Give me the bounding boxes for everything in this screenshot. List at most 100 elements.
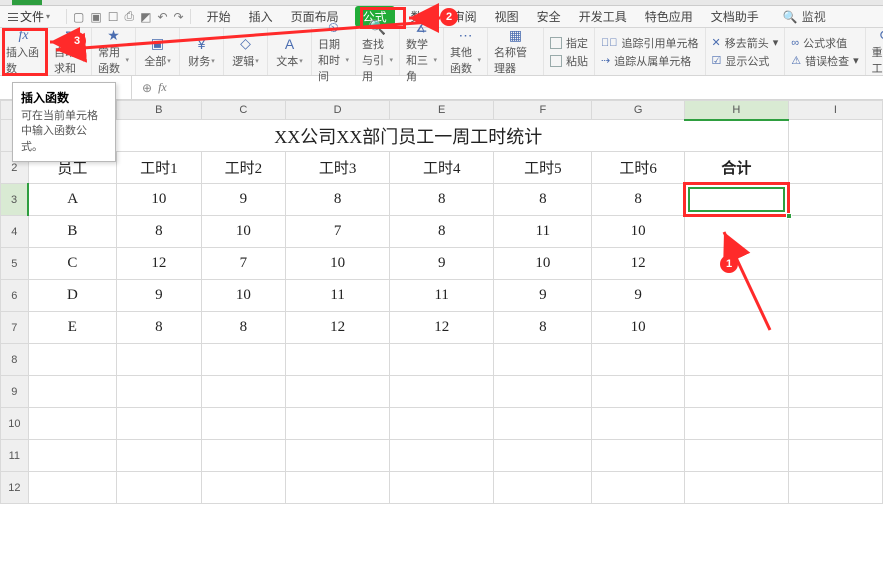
cell-r4-c4[interactable]: 7 xyxy=(286,216,390,248)
cell-r3-c3[interactable]: 9 xyxy=(201,184,286,216)
cell-r10-c7[interactable] xyxy=(592,408,684,440)
cell-r6-c2[interactable]: 9 xyxy=(117,280,202,312)
cell-r9-c3[interactable] xyxy=(201,376,286,408)
cell-r11-c7[interactable] xyxy=(592,440,684,472)
qa-redo-icon[interactable]: ↷ xyxy=(174,10,184,24)
menu-文档助手[interactable]: 文档助手 xyxy=(709,6,761,27)
cell-r11-c9[interactable] xyxy=(788,440,882,472)
cell-r11-c4[interactable] xyxy=(286,440,390,472)
qa-open-icon[interactable]: ▣ xyxy=(90,10,101,24)
watch-entry[interactable]: 🔍 监视 xyxy=(783,8,826,25)
col-header-D[interactable]: D xyxy=(286,101,390,120)
col-header-C[interactable]: C xyxy=(201,101,286,120)
cell-r10-c1[interactable] xyxy=(28,408,116,440)
qa-undo-icon[interactable]: ↶ xyxy=(157,10,167,24)
menu-开始[interactable]: 开始 xyxy=(205,6,233,27)
cell-r7-c2[interactable]: 8 xyxy=(117,312,202,344)
cell-r12-c4[interactable] xyxy=(286,472,390,504)
cell-I5[interactable] xyxy=(788,248,882,280)
cell-r5-c2[interactable]: 12 xyxy=(117,248,202,280)
cell-I7[interactable] xyxy=(788,312,882,344)
cell-r6-c4[interactable]: 11 xyxy=(286,280,390,312)
cell-r5-c4[interactable]: 10 xyxy=(286,248,390,280)
cell-r12-c1[interactable] xyxy=(28,472,116,504)
cell-r5-c1[interactable]: C xyxy=(28,248,116,280)
cell-r6-c5[interactable]: 11 xyxy=(390,280,494,312)
cell-r12-c6[interactable] xyxy=(494,472,592,504)
cell-r12-c7[interactable] xyxy=(592,472,684,504)
cell-r10-c2[interactable] xyxy=(117,408,202,440)
ribbon-group-日期和时间[interactable]: ⏲日期和时间▾ xyxy=(312,28,356,75)
trace-dependents-button[interactable]: ⇢追踪从属单元格 xyxy=(601,53,699,69)
qa-preview-icon[interactable]: ◩ xyxy=(140,10,151,24)
row-header-10[interactable]: 10 xyxy=(1,408,29,440)
cell-r8-c5[interactable] xyxy=(390,344,494,376)
row-header-4[interactable]: 4 xyxy=(1,216,29,248)
cell-r9-c4[interactable] xyxy=(286,376,390,408)
cell-r5-c7[interactable]: 12 xyxy=(592,248,684,280)
cell-H4[interactable] xyxy=(684,216,788,248)
qa-print-icon[interactable]: ⎙ xyxy=(124,9,134,24)
cell-H3[interactable] xyxy=(684,184,788,216)
cell-r8-c6[interactable] xyxy=(494,344,592,376)
cell-r6-c7[interactable]: 9 xyxy=(592,280,684,312)
cell-r8-c7[interactable] xyxy=(592,344,684,376)
cell-r7-c3[interactable]: 8 xyxy=(201,312,286,344)
cell-r11-c5[interactable] xyxy=(390,440,494,472)
row-header-12[interactable]: 12 xyxy=(1,472,29,504)
grid-table[interactable]: B C D E F G H I 1XX公司XX部门员工一周工时统计2员工工时1工… xyxy=(0,100,883,504)
cell-H6[interactable] xyxy=(684,280,788,312)
ribbon-group-自动求和[interactable]: Σ自动求和▾ xyxy=(48,28,92,75)
formula-input[interactable] xyxy=(177,76,883,99)
cell-I3[interactable] xyxy=(788,184,882,216)
error-check-button[interactable]: ⚠错误检查▾ xyxy=(791,53,858,69)
header-cell-工时6[interactable]: 工时6 xyxy=(592,152,684,184)
cell-r8-c2[interactable] xyxy=(117,344,202,376)
cell-r11-c6[interactable] xyxy=(494,440,592,472)
cell-r10-c6[interactable] xyxy=(494,408,592,440)
cell-r9-c1[interactable] xyxy=(28,376,116,408)
cell-r12-c2[interactable] xyxy=(117,472,202,504)
cell-r5-c3[interactable]: 7 xyxy=(201,248,286,280)
cell-r10-c9[interactable] xyxy=(788,408,882,440)
evaluate-formula-button[interactable]: ∞公式求值 xyxy=(791,35,858,51)
cell-I4[interactable] xyxy=(788,216,882,248)
insert-function-button[interactable]: fx 插入函数 xyxy=(0,28,48,75)
cell-r9-c9[interactable] xyxy=(788,376,882,408)
cell-r5-c6[interactable]: 10 xyxy=(494,248,592,280)
qa-save-icon[interactable]: ☐ xyxy=(108,10,119,24)
show-formula-button[interactable]: ☑显示公式 xyxy=(712,53,779,69)
cell-r6-c1[interactable]: D xyxy=(28,280,116,312)
cell-r5-c5[interactable]: 9 xyxy=(390,248,494,280)
cell-I2[interactable] xyxy=(788,152,882,184)
ribbon-group-财务[interactable]: ¥财务▾ xyxy=(180,28,224,75)
header-cell-工时3[interactable]: 工时3 xyxy=(286,152,390,184)
cell-r7-c5[interactable]: 12 xyxy=(390,312,494,344)
cell-r10-c5[interactable] xyxy=(390,408,494,440)
cell-r9-c7[interactable] xyxy=(592,376,684,408)
row-header-5[interactable]: 5 xyxy=(1,248,29,280)
cell-r11-c8[interactable] xyxy=(684,440,788,472)
menu-特色应用[interactable]: 特色应用 xyxy=(643,6,695,27)
fx-label[interactable]: fx xyxy=(158,80,167,95)
cell-r8-c8[interactable] xyxy=(684,344,788,376)
cell-r3-c4[interactable]: 8 xyxy=(286,184,390,216)
specify-button[interactable]: 指定 xyxy=(550,35,588,51)
cell-r3-c5[interactable]: 8 xyxy=(390,184,494,216)
ribbon-group-其他函数[interactable]: ⋯其他函数▾ xyxy=(444,28,488,75)
cell-H7[interactable] xyxy=(684,312,788,344)
row-header-9[interactable]: 9 xyxy=(1,376,29,408)
trace-precedents-button[interactable]: �ே追踪引用单元格 xyxy=(601,35,699,51)
cell-r8-c3[interactable] xyxy=(201,344,286,376)
paste-button[interactable]: 粘贴 xyxy=(550,53,588,69)
cell-I1[interactable] xyxy=(788,120,882,152)
row-header-11[interactable]: 11 xyxy=(1,440,29,472)
cell-r9-c5[interactable] xyxy=(390,376,494,408)
cell-r6-c6[interactable]: 9 xyxy=(494,280,592,312)
menu-插入[interactable]: 插入 xyxy=(247,6,275,27)
zoom-icon[interactable]: ⊕ xyxy=(142,81,152,95)
ribbon-group-全部[interactable]: ▣全部▾ xyxy=(136,28,180,75)
ribbon-group-查找与引用[interactable]: 🔍查找与引用▾ xyxy=(356,28,400,75)
cell-r11-c2[interactable] xyxy=(117,440,202,472)
cell-r7-c6[interactable]: 8 xyxy=(494,312,592,344)
